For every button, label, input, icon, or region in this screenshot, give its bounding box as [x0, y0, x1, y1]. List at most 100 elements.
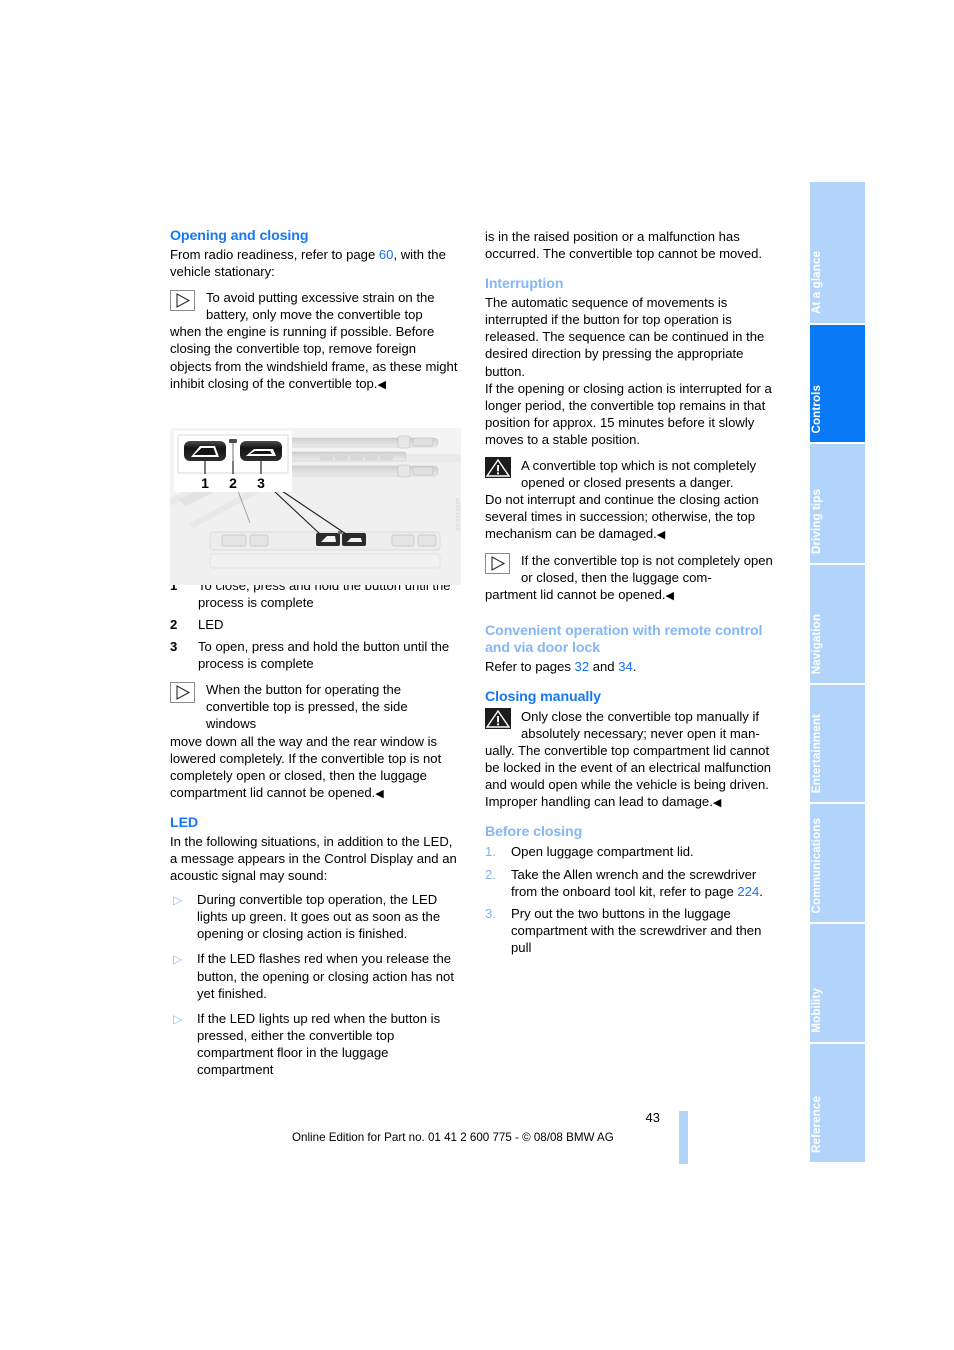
- warning-text: Only close the convertible top manually …: [485, 708, 775, 793]
- page-reference-60[interactable]: 60: [379, 247, 394, 262]
- note-full-text: move down all the way and the rear windo…: [170, 733, 442, 800]
- legend-number: 3: [170, 639, 178, 655]
- warning-triangle-icon: [485, 707, 511, 730]
- list-item-text: If the LED lights up red when the button…: [197, 1010, 441, 1077]
- heading-opening-and-closing: Opening and closing: [170, 228, 309, 244]
- svg-text:2: 2: [229, 475, 237, 491]
- intro-text-pre: From radio readiness, refer to page: [170, 247, 379, 262]
- sidebar-tab-driving-tips[interactable]: Driving tips: [810, 444, 865, 563]
- sidebar-tab-label: At a glance: [810, 251, 823, 314]
- legend-text: LED: [198, 616, 224, 632]
- warning-triangle-icon: [485, 457, 511, 479]
- list-item-text: During convertible top operation, the LE…: [197, 892, 441, 942]
- convenient-operation-paragraph: Refer to pages 32 and 34.: [485, 658, 775, 675]
- heading-interruption: Interruption: [485, 276, 564, 293]
- right-text-column: is in the raised position or a malfuncti…: [485, 228, 775, 961]
- list-item-text: If the LED flashes red when you release …: [197, 951, 454, 1001]
- note-triangle-icon: [170, 682, 196, 704]
- sidebar-tab-label: Mobility: [810, 988, 823, 1033]
- refer-text-post: .: [632, 658, 637, 674]
- note-triangle-icon: [170, 290, 196, 312]
- heading-convenient-operation: Convenient operation with remote control…: [485, 622, 763, 656]
- led-bullet-list: ▷ During convertible top operation, the …: [170, 891, 460, 1078]
- list-item: 2. Take the Allen wrench and the screwdr…: [485, 866, 775, 900]
- triangle-bullet-icon: ▷: [173, 893, 183, 908]
- sidebar-tab-label: Reference: [810, 1096, 823, 1153]
- list-item: ▷ If the LED flashes red when you releas…: [170, 950, 460, 1001]
- warning-block-danger: A convertible top which is not completel…: [485, 457, 775, 542]
- note-text: To avoid putting excessive strain on the…: [170, 289, 460, 392]
- legend-number: 2: [170, 616, 178, 632]
- sidebar-tab-navigation[interactable]: Navigation: [810, 565, 865, 683]
- sidebar-tab-label: Navigation: [810, 613, 823, 674]
- list-item: 3. Pry out the two buttons in the luggag…: [485, 905, 775, 956]
- note-indented-text: When the button for operating the conver…: [206, 682, 408, 732]
- sidebar-tab-communications[interactable]: Communications: [810, 804, 865, 922]
- note-indented-text: To avoid putting excessive strain on the…: [206, 290, 435, 323]
- refer-text-pre: Refer to pages: [485, 658, 575, 674]
- step-text-post: .: [759, 883, 763, 899]
- list-item: ▷ During convertible top operation, the …: [170, 891, 460, 942]
- interruption-paragraph-2: If the opening or closing action is inte…: [485, 380, 772, 447]
- heading-before-closing: Before closing: [485, 824, 583, 841]
- before-closing-step-list: 1. Open luggage compartment lid. 2. Take…: [485, 843, 775, 956]
- sidebar-tab-controls[interactable]: Controls: [810, 325, 865, 442]
- list-item: 1. Open luggage compartment lid.: [485, 843, 775, 860]
- warning-closing-text: Improper handling can lead to damage.: [485, 794, 713, 810]
- triangle-bullet-icon: ▷: [173, 1011, 183, 1026]
- warning-full-text: Do not interrupt and continue the closin…: [485, 492, 759, 542]
- note-indented-text: If the convertible top is not completely…: [521, 552, 773, 585]
- warning-indented-text: Only close the convertible top manually …: [521, 708, 760, 741]
- sidebar-tab-label: Controls: [810, 384, 823, 433]
- end-mark: ◀: [656, 529, 666, 542]
- note-block-side-windows: When the button for operating the conver…: [170, 681, 460, 801]
- warning-text: A convertible top which is not completel…: [485, 457, 775, 542]
- figure-convertible-top-buttons: 1 2 3 ab9211b-00: [170, 428, 461, 585]
- page-number-bar: [679, 1111, 688, 1164]
- sidebar-tab-label: Entertainment: [810, 713, 823, 793]
- step-text: Open luggage compartment lid.: [511, 844, 694, 860]
- page-reference-32[interactable]: 32: [575, 659, 590, 674]
- warning-full-text: ually. The convertible top compartment l…: [485, 743, 772, 793]
- note-full-text: partment lid cannot be opened.: [485, 586, 666, 602]
- note-text: When the button for operating the conver…: [170, 681, 460, 801]
- refer-text-mid: and: [589, 658, 619, 674]
- warning-block-manual-closing: Only close the convertible top manually …: [485, 707, 775, 811]
- page-reference-224[interactable]: 224: [737, 884, 759, 899]
- note-block-luggage-lid: If the convertible top is not completely…: [485, 552, 775, 603]
- page-number: 43: [645, 1110, 660, 1125]
- svg-text:3: 3: [257, 475, 265, 491]
- step-text-pre: Take the Allen wrench and the screwdrive…: [511, 866, 757, 899]
- note-block-battery-strain: To avoid putting excessive strain on the…: [170, 289, 460, 392]
- heading-closing-manually: Closing manually: [485, 688, 601, 705]
- page-reference-34[interactable]: 34: [618, 659, 633, 674]
- list-item: ▷ If the LED lights up red when the butt…: [170, 1010, 460, 1078]
- end-mark: ◀: [712, 797, 722, 810]
- figure-legend-list: 1 To close, press and hold the button un…: [170, 577, 460, 672]
- led-intro-paragraph: In the following situations, in addition…: [170, 833, 457, 884]
- end-mark: ◀: [377, 378, 386, 391]
- sidebar-tab-reference[interactable]: Reference: [810, 1044, 865, 1162]
- heading-led: LED: [170, 814, 199, 831]
- step-text: Pry out the two buttons in the luggage c…: [511, 905, 762, 955]
- section-tab-sidebar: At a glance Controls Driving tips Naviga…: [810, 182, 865, 1162]
- legend-text: To open, press and hold the button until…: [198, 639, 450, 672]
- figure-illustration: 1 2 3: [170, 428, 461, 585]
- note-full-text: when the engine is running if possible. …: [170, 324, 458, 391]
- manual-page: Opening and closing From radio readiness…: [0, 0, 954, 1350]
- end-mark: ◀: [375, 787, 384, 800]
- note-triangle-icon: [485, 552, 511, 575]
- step-number: 2.: [485, 866, 496, 882]
- intro-paragraph: From radio readiness, refer to page 60, …: [170, 246, 460, 280]
- sidebar-tab-at-a-glance[interactable]: At a glance: [810, 182, 865, 323]
- svg-text:1: 1: [201, 475, 209, 491]
- interruption-paragraph-1: The automatic sequence of movements is i…: [485, 295, 765, 379]
- sidebar-tab-entertainment[interactable]: Entertainment: [810, 685, 865, 802]
- footer-edition-text: Online Edition for Part no. 01 41 2 600 …: [292, 1131, 614, 1144]
- sidebar-tab-label: Communications: [810, 817, 823, 913]
- sidebar-tab-mobility[interactable]: Mobility: [810, 924, 865, 1042]
- step-number: 3.: [485, 905, 496, 921]
- warning-indented-text: A convertible top which is not completel…: [521, 458, 757, 491]
- end-mark: ◀: [665, 589, 675, 602]
- sidebar-tab-label: Driving tips: [810, 489, 823, 554]
